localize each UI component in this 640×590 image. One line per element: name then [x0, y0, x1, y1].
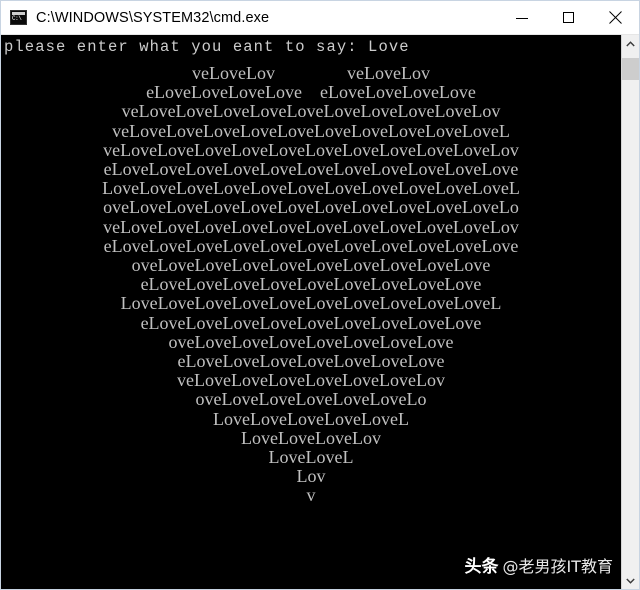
ascii-art-line: eLoveLoveLoveLoveLoveLoveLoveLoveLoveLov…: [103, 235, 519, 256]
console-output[interactable]: please enter what you eant to say: Love …: [1, 35, 621, 589]
chevron-down-icon: [626, 578, 635, 584]
minimize-button[interactable]: [498, 1, 545, 34]
ascii-art-line: eLoveLoveLoveLoveLoveLoveLoveLoveLove: [140, 312, 482, 333]
cmd-console-icon: [10, 10, 27, 25]
ascii-art-line: LoveLoveLoveLov: [241, 427, 381, 448]
window-titlebar[interactable]: C:\WINDOWS\SYSTEM32\cmd.exe: [1, 1, 639, 35]
ascii-art-line: veLoveLoveLoveLoveLoveLoveLoveLoveLoveLo…: [121, 101, 501, 122]
ascii-art-line: veLoveLov veLoveLov: [192, 63, 430, 83]
maximize-button[interactable]: [545, 1, 592, 34]
scrollbar-track[interactable]: [622, 52, 639, 572]
scrollbar-thumb[interactable]: [622, 58, 639, 80]
ascii-art-line: veLoveLoveLoveLoveLoveLoveLoveLoveLoveLo…: [103, 139, 519, 160]
ascii-art-line: oveLoveLoveLoveLoveLoveLoveLove: [168, 331, 454, 352]
vertical-scrollbar[interactable]: [621, 35, 639, 589]
ascii-art-line: oveLoveLoveLoveLoveLoveLoveLoveLoveLove: [131, 255, 491, 276]
ascii-art-line: eLoveLoveLoveLoveLoveLoveLoveLoveLove: [140, 274, 482, 295]
ascii-art-line: eLoveLoveLoveLove eLoveLoveLoveLove: [146, 82, 476, 103]
ascii-art-line: veLoveLoveLoveLoveLoveLoveLoveLoveLoveLo…: [112, 120, 510, 141]
ascii-art-line: eLoveLoveLoveLoveLoveLoveLove: [177, 351, 445, 372]
ascii-art-heart: veLoveLov veLoveLov eLoveLoveLoveLove eLo…: [1, 58, 621, 506]
cmd-window: C:\WINDOWS\SYSTEM32\cmd.exe p: [0, 0, 640, 590]
chevron-up-icon: [626, 40, 635, 46]
window-controls: [498, 1, 639, 34]
ascii-art-line: Lov: [296, 466, 326, 487]
ascii-art-line: eLoveLoveLoveLoveLoveLoveLoveLoveLoveLov…: [103, 159, 519, 180]
window-title: C:\WINDOWS\SYSTEM32\cmd.exe: [36, 9, 270, 26]
ascii-art-line: veLoveLoveLoveLoveLoveLoveLov: [177, 370, 445, 391]
ascii-art-line: veLoveLoveLoveLoveLoveLoveLoveLoveLoveLo…: [103, 216, 519, 237]
close-button[interactable]: [592, 1, 639, 34]
ascii-art-line: LoveLoveL: [268, 447, 354, 468]
ascii-art-line: LoveLoveLoveLoveLoveLoveLoveLoveLoveLove…: [120, 293, 502, 314]
ascii-art-line: v: [306, 485, 316, 506]
ascii-art-line: oveLoveLoveLoveLoveLoveLoveLoveLoveLoveL…: [103, 197, 519, 218]
ascii-art-line: LoveLoveLoveLoveLoveLoveLoveLoveLoveLove…: [102, 178, 520, 199]
console-area: please enter what you eant to say: Love …: [1, 35, 639, 589]
prompt-line: please enter what you eant to say: Love: [4, 38, 410, 56]
scroll-up-button[interactable]: [622, 35, 639, 52]
ascii-art-line: LoveLoveLoveLoveLoveL: [213, 408, 409, 429]
ascii-art-line: oveLoveLoveLoveLoveLoveLo: [195, 389, 427, 410]
scroll-down-button[interactable]: [622, 572, 639, 589]
